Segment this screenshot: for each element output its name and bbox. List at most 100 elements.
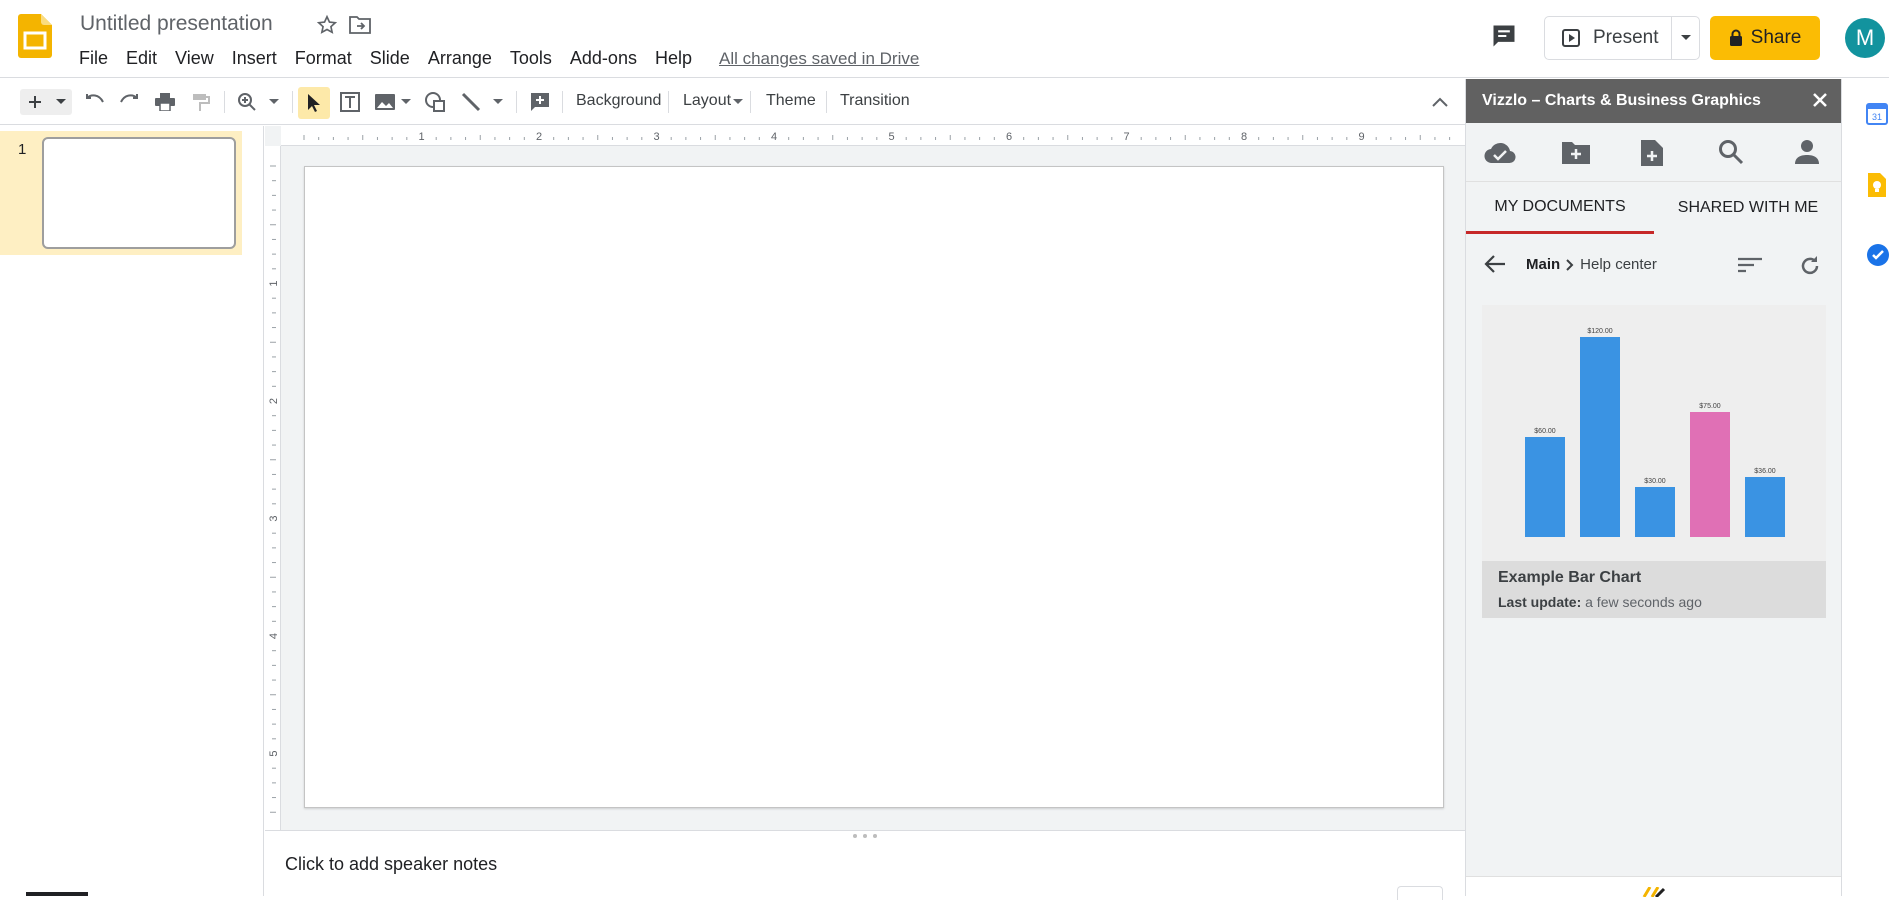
refresh-icon[interactable] [1798, 254, 1822, 278]
back-arrow-icon[interactable] [1484, 254, 1506, 274]
chart-preview: $60.00 $120.00 $30.00 $75.00 $36.00 [1482, 305, 1826, 561]
account-avatar[interactable]: M [1845, 18, 1885, 58]
tab-my-documents[interactable]: MY DOCUMENTS [1466, 182, 1654, 234]
present-main-button[interactable]: Present [1545, 17, 1673, 59]
document-title[interactable]: Untitled presentation [80, 12, 273, 36]
insert-image-dropdown[interactable] [398, 89, 414, 115]
line-icon [460, 91, 482, 113]
paint-format-button[interactable] [188, 89, 214, 115]
new-slide-layout-dropdown[interactable] [50, 89, 72, 115]
toolbar-divider [224, 91, 225, 113]
sidebar-footer [1466, 876, 1842, 897]
keep-icon[interactable] [1866, 173, 1886, 197]
chart-data-label: $30.00 [1644, 478, 1666, 485]
breadcrumb-main[interactable]: Main [1526, 256, 1560, 273]
cloud-done-icon[interactable] [1484, 139, 1516, 165]
zoom-button[interactable] [234, 89, 260, 115]
filmstrip-slide-row[interactable]: 1 [0, 131, 242, 255]
folder-navigation: Main Help center [1466, 239, 1842, 287]
text-box-icon [339, 91, 361, 113]
redo-button[interactable] [116, 89, 142, 115]
last-update-label: Last update: [1498, 594, 1582, 610]
close-icon[interactable] [1812, 92, 1828, 108]
new-slide-button[interactable] [20, 89, 50, 115]
explore-button[interactable] [1397, 886, 1443, 900]
chart-bar [1745, 477, 1785, 537]
toolbar-divider [826, 91, 827, 113]
menu-add-ons[interactable]: Add-ons [561, 46, 646, 71]
menu-file[interactable]: File [70, 46, 117, 71]
save-status-link[interactable]: All changes saved in Drive [719, 46, 919, 71]
menu-format[interactable]: Format [286, 46, 361, 71]
chart-data-label: $36.00 [1754, 468, 1776, 475]
ruler-label: 5 [268, 750, 280, 756]
slides-logo-icon[interactable] [18, 14, 52, 58]
undo-icon [85, 94, 105, 110]
chart-bar [1635, 487, 1675, 537]
menu-arrange[interactable]: Arrange [419, 46, 501, 71]
notes-resize-handle[interactable] [265, 830, 1465, 840]
toolbar-divider [750, 91, 751, 113]
sort-icon[interactable] [1738, 257, 1762, 273]
theme-button[interactable]: Theme [766, 92, 816, 110]
text-box-button[interactable] [336, 89, 364, 115]
toolbar: Background Layout Theme Transition [0, 79, 1465, 125]
ruler-label: 7 [1123, 131, 1129, 143]
chart-bar [1690, 412, 1730, 537]
print-button[interactable] [152, 89, 178, 115]
shape-icon [424, 91, 446, 113]
ruler-label: 1 [268, 280, 280, 286]
menu-bar: File Edit View Insert Format Slide Arran… [70, 46, 919, 71]
document-card[interactable]: $60.00 $120.00 $30.00 $75.00 $36.00 Example … [1482, 305, 1826, 618]
present-dropdown-button[interactable] [1672, 17, 1699, 59]
present-button[interactable]: Present [1544, 16, 1700, 60]
filmstrip-view-indicator[interactable] [26, 892, 88, 896]
menu-help[interactable]: Help [646, 46, 701, 71]
slide-canvas[interactable] [304, 166, 1444, 808]
move-to-folder-icon[interactable] [348, 14, 372, 36]
new-comment-button[interactable] [526, 89, 554, 115]
card-last-update: Last update: a few seconds ago [1498, 594, 1702, 610]
zoom-dropdown[interactable] [264, 89, 284, 115]
insert-image-button[interactable] [372, 89, 398, 115]
undo-button[interactable] [82, 89, 108, 115]
ruler-label: 2 [536, 131, 542, 143]
menu-tools[interactable]: Tools [501, 46, 561, 71]
slide-workspace: 1 2 3 4 5 6 7 8 9 1 2 3 4 5 [265, 126, 1465, 830]
background-button[interactable]: Background [576, 92, 661, 110]
sidebar-action-bar [1466, 123, 1842, 181]
new-folder-icon[interactable] [1561, 139, 1591, 165]
line-dropdown[interactable] [490, 89, 506, 115]
speaker-notes-area[interactable]: Click to add speaker notes [265, 840, 1465, 900]
menu-insert[interactable]: Insert [223, 46, 286, 71]
present-label: Present [1593, 27, 1659, 48]
lock-icon [1729, 29, 1743, 47]
star-icon[interactable] [316, 14, 338, 36]
slide-thumbnail[interactable] [42, 137, 236, 249]
ruler-label: 1 [418, 131, 424, 143]
tab-shared-with-me[interactable]: SHARED WITH ME [1654, 182, 1842, 234]
layout-button[interactable]: Layout [683, 92, 731, 110]
tasks-icon[interactable] [1866, 243, 1889, 267]
menu-view[interactable]: View [166, 46, 223, 71]
vertical-ruler[interactable]: 1 2 3 4 5 [265, 146, 281, 830]
caret-down-icon[interactable] [733, 99, 743, 105]
select-tool-button[interactable] [298, 87, 330, 119]
menu-edit[interactable]: Edit [117, 46, 166, 71]
menu-slide[interactable]: Slide [361, 46, 419, 71]
account-icon[interactable] [1794, 139, 1820, 165]
collapse-toolbar-button[interactable] [1428, 89, 1452, 115]
toolbar-divider [516, 91, 517, 113]
search-icon[interactable] [1718, 139, 1744, 165]
breadcrumb: Main Help center [1526, 256, 1657, 273]
share-button[interactable]: Share [1710, 16, 1820, 60]
transition-button[interactable]: Transition [840, 92, 910, 110]
comment-history-icon[interactable] [1490, 22, 1518, 50]
ruler-label: 8 [1241, 131, 1247, 143]
calendar-icon[interactable]: 31 [1866, 103, 1888, 125]
line-button[interactable] [458, 89, 484, 115]
new-document-icon[interactable] [1640, 139, 1664, 167]
present-icon [1561, 28, 1581, 48]
horizontal-ruler[interactable]: 1 2 3 4 5 6 7 8 9 [281, 126, 1465, 146]
shape-button[interactable] [421, 89, 449, 115]
